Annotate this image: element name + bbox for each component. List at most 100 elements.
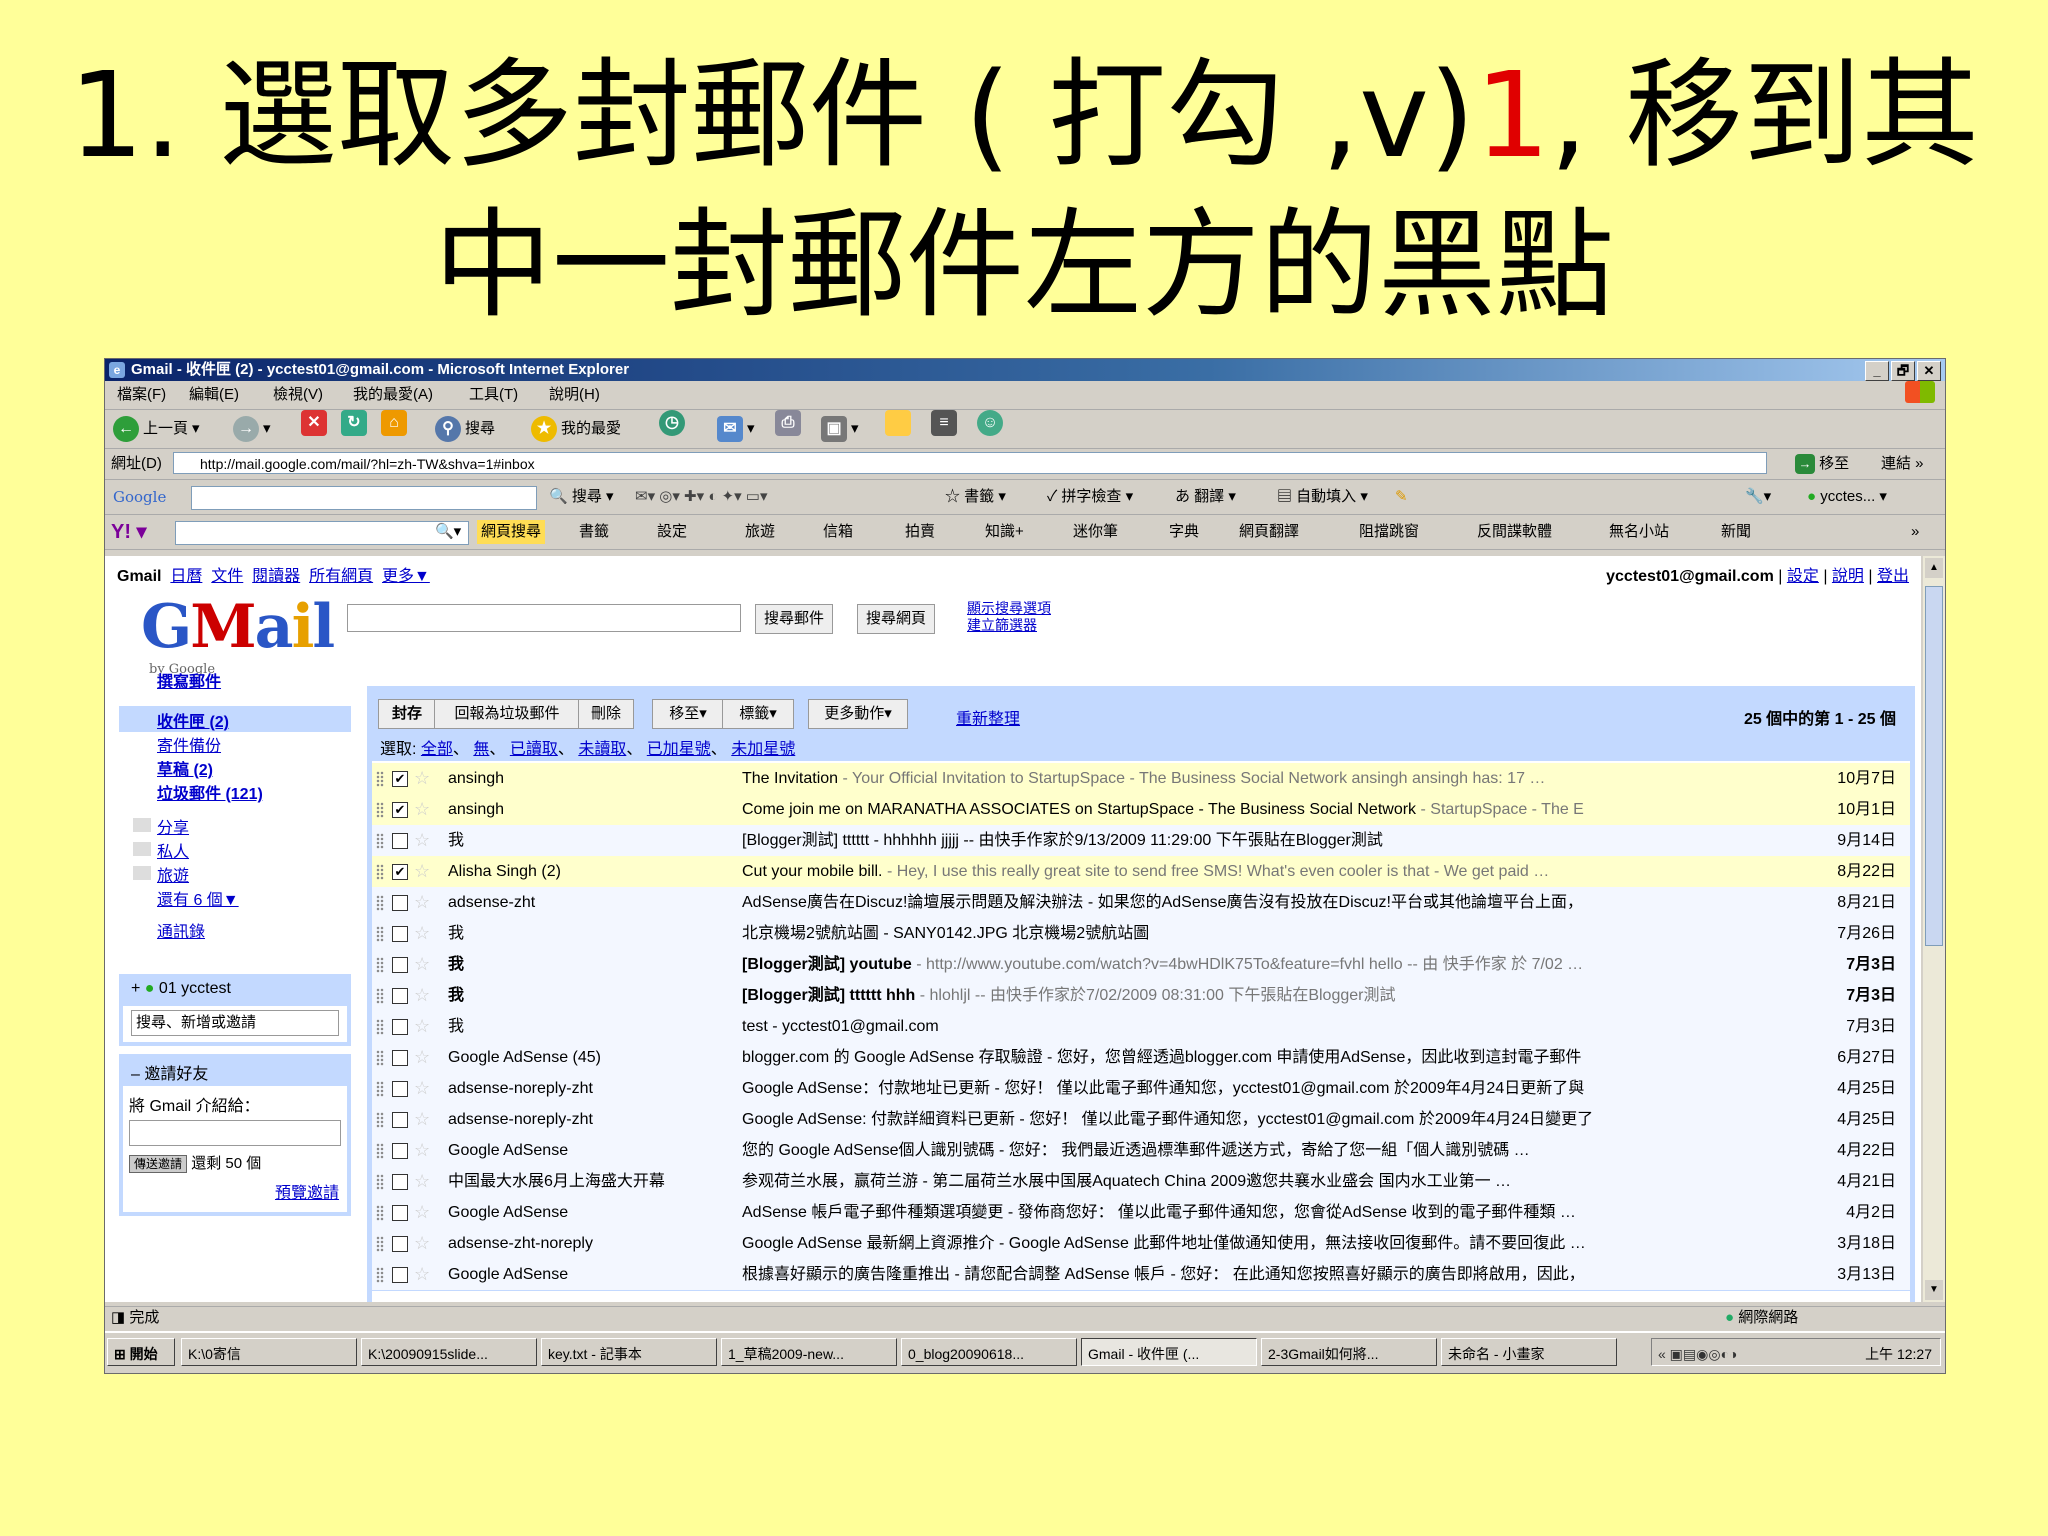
forward-button[interactable]: → ▾ <box>233 410 271 448</box>
select-all[interactable]: 全部 <box>421 741 453 758</box>
menu-tools[interactable]: 工具(T) <box>469 381 518 409</box>
topnav-calendar[interactable]: 日曆 <box>170 568 202 585</box>
mail-row[interactable]: ☆ 我 [Blogger測試] youtube - http://www.youtu… <box>372 949 1910 981</box>
mail-row[interactable]: ☆ Google AdSense AdSense 帳戶電子郵件種類選項變更 - 發佈… <box>372 1197 1910 1229</box>
drag-handle-icon[interactable] <box>376 1205 384 1221</box>
menu-view[interactable]: 檢視(V) <box>273 381 323 409</box>
gmail-search-input[interactable] <box>347 604 741 632</box>
history-button[interactable]: ◷ <box>659 410 685 436</box>
google-toolbar-icons[interactable]: ✉▾ ◎▾ ✚▾ ◐ ✦▾ ▭▾ <box>635 480 768 514</box>
mail-row[interactable]: ☆ Google AdSense (45) blogger.com 的 Google… <box>372 1042 1910 1074</box>
refresh-link[interactable]: 重新整理 <box>956 705 1020 729</box>
mail-row[interactable]: ✔ ☆ ansingh The Invitation - Your Official … <box>372 763 1910 795</box>
taskbar-btn-3[interactable]: 1_草稿2009-new... <box>721 1338 897 1366</box>
report-spam-button[interactable]: 回報為垃圾郵件 <box>434 699 580 729</box>
yahoo-bookmarks[interactable]: 書籤 <box>579 515 609 549</box>
star-icon[interactable]: ☆ <box>414 763 430 794</box>
home-button[interactable]: ⌂ <box>381 410 407 436</box>
yahoo-search-icon[interactable]: 🔍▾ <box>435 515 461 549</box>
mail-checkbox[interactable]: ✔ <box>392 802 408 818</box>
preview-invite-link[interactable]: 預覽邀請 <box>123 1179 339 1203</box>
taskbar-btn-gmail[interactable]: Gmail - 收件匣 (... <box>1081 1338 1257 1366</box>
star-icon[interactable]: ☆ <box>414 1197 430 1228</box>
labels-more[interactable]: 還有 6 個▼ <box>157 886 239 910</box>
drag-handle-icon[interactable] <box>376 957 384 973</box>
pencil-icon[interactable]: ✎ <box>1395 480 1408 514</box>
mail-checkbox[interactable]: ✔ <box>392 771 408 787</box>
drag-handle-icon[interactable] <box>376 1050 384 1066</box>
gmail-logo[interactable]: GMail by Google <box>141 592 335 677</box>
mail-row[interactable]: ☆ adsense-zht-noreply Google AdSense 最新網上資… <box>372 1228 1910 1260</box>
mail-checkbox[interactable] <box>392 1019 408 1035</box>
mail-row[interactable]: ☆ Google AdSense 您的 Google AdSense個人識別號碼 -… <box>372 1135 1910 1167</box>
drag-handle-icon[interactable] <box>376 864 384 880</box>
drag-handle-icon[interactable] <box>376 1019 384 1035</box>
nav-sent[interactable]: 寄件備份 <box>157 732 221 756</box>
google-toolbar-search-input[interactable] <box>191 486 537 510</box>
mail-checkbox[interactable] <box>392 1143 408 1159</box>
search-web-button[interactable]: 搜尋網頁 <box>857 604 936 634</box>
contacts-link[interactable]: 通訊錄 <box>157 918 205 942</box>
mail-row[interactable]: ✔ ☆ Alisha Singh (2) Cut your mobile bill. … <box>372 856 1910 888</box>
topnav-documents[interactable]: 文件 <box>211 568 243 585</box>
drag-handle-icon[interactable] <box>376 1143 384 1159</box>
edit-button[interactable]: ▣ ▾ <box>821 410 859 448</box>
select-starred[interactable]: 已加星號 <box>647 741 711 758</box>
drag-handle-icon[interactable] <box>376 1112 384 1128</box>
signout-link[interactable]: 登出 <box>1877 568 1909 585</box>
nav-spam[interactable]: 垃圾郵件 (121) <box>157 780 263 804</box>
select-unread[interactable]: 未讀取 <box>578 741 626 758</box>
mail-row[interactable]: ☆ 我 test - ycctest01@gmail.com 7月3日 <box>372 1011 1910 1043</box>
scroll-down-arrow-icon[interactable]: ▼ <box>1925 1280 1943 1300</box>
drag-handle-icon[interactable] <box>376 1267 384 1283</box>
search-button[interactable]: ⚲ 搜尋 <box>435 410 495 448</box>
yahoo-mail[interactable]: 信箱 <box>823 515 853 549</box>
yahoo-dictionary[interactable]: 字典 <box>1169 515 1199 549</box>
spellcheck-button[interactable]: ✓ 拼字檢查 ▾ <box>1047 480 1133 514</box>
yahoo-popup-blocker[interactable]: 阻擋跳窗 <box>1359 515 1419 549</box>
mail-row[interactable]: ☆ 中国最大水展6月上海盛大开幕 参观荷兰水展，赢荷兰游 - 第二届荷兰水展中国展A… <box>372 1166 1910 1198</box>
yahoo-translate[interactable]: 網頁翻譯 <box>1239 515 1299 549</box>
more-actions-button[interactable]: 更多動作▾ <box>808 699 908 729</box>
mail-row[interactable]: ☆ 我 [Blogger測試] tttttt hhh - hlohljl -- 由快… <box>372 980 1910 1012</box>
taskbar-btn-1[interactable]: K:\20090915slide... <box>361 1338 537 1366</box>
mail-checkbox[interactable] <box>392 926 408 942</box>
mail-checkbox[interactable] <box>392 1081 408 1097</box>
mail-checkbox[interactable]: ✔ <box>392 864 408 880</box>
print-button[interactable]: ⎙ <box>775 410 801 436</box>
mail-checkbox[interactable] <box>392 1205 408 1221</box>
delete-button[interactable]: 刪除 <box>578 699 634 729</box>
drag-handle-icon[interactable] <box>376 1081 384 1097</box>
mail-checkbox[interactable] <box>392 895 408 911</box>
show-search-options-link[interactable]: 顯示搜尋選項 <box>967 600 1051 617</box>
restore-button[interactable]: 🗗 <box>1891 361 1915 381</box>
mail-checkbox[interactable] <box>392 1236 408 1252</box>
drag-handle-icon[interactable] <box>376 833 384 849</box>
star-icon[interactable]: ☆ <box>414 1104 430 1135</box>
yahoo-notepad[interactable]: 迷你筆 <box>1073 515 1118 549</box>
invite-email-input[interactable] <box>129 1120 341 1146</box>
drag-handle-icon[interactable] <box>376 926 384 942</box>
autofill-button[interactable]: ▤ 自動填入 ▾ <box>1277 480 1368 514</box>
yahoo-more-chevron-icon[interactable]: » <box>1911 515 1919 549</box>
page-scrollbar[interactable]: ▲ ▼ <box>1923 556 1945 1302</box>
menu-edit[interactable]: 編輯(E) <box>189 381 239 409</box>
select-read[interactable]: 已讀取 <box>510 741 558 758</box>
taskbar-btn-6[interactable]: 2-3Gmail如何將... <box>1261 1338 1437 1366</box>
stop-button[interactable]: ✕ <box>301 410 327 436</box>
labels-button[interactable]: 標籤▾ <box>722 699 794 729</box>
star-icon[interactable]: ☆ <box>414 1135 430 1166</box>
topnav-more[interactable]: 更多▼ <box>382 568 430 585</box>
compose-link[interactable]: 撰寫郵件 <box>157 668 221 692</box>
wrench-icon[interactable]: 🔧▾ <box>1745 480 1771 514</box>
star-icon[interactable]: ☆ <box>414 794 430 825</box>
star-icon[interactable]: ☆ <box>414 1011 430 1042</box>
back-button[interactable]: ← 上一頁 ▾ <box>113 410 200 448</box>
mail-row[interactable]: ✔ ☆ ansingh Come join me on MARANATHA ASSOC… <box>372 794 1910 826</box>
select-unstarred[interactable]: 未加星號 <box>731 741 795 758</box>
star-icon[interactable]: ☆ <box>414 1259 430 1290</box>
star-icon[interactable]: ☆ <box>414 1166 430 1197</box>
google-bookmarks-button[interactable]: ☆ 書籤 ▾ <box>945 480 1006 514</box>
minimize-button[interactable]: _ <box>1865 361 1889 381</box>
mail-checkbox[interactable] <box>392 1267 408 1283</box>
